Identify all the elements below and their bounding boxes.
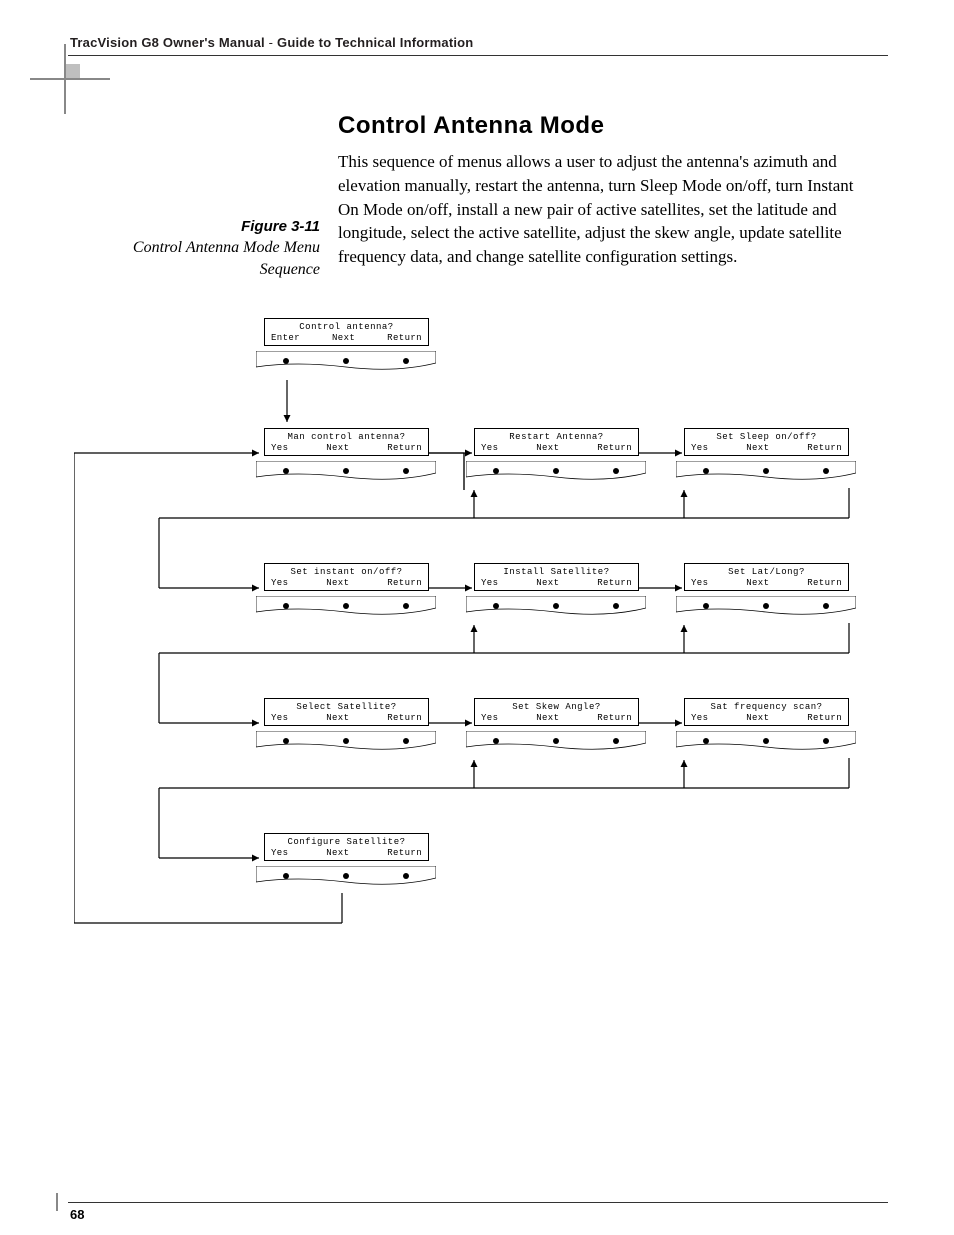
screen-sat-freq-scan: Sat frequency scan?YesNextReturn <box>684 698 849 757</box>
footer-tick <box>56 1193 58 1211</box>
screen-restart-antenna: Restart Antenna?YesNextReturn <box>474 428 639 487</box>
figure-caption: Control Antenna Mode Menu Sequence <box>130 237 320 280</box>
screen-configure-satellite: Configure Satellite?YesNextReturn <box>264 833 429 892</box>
header-product: TracVision G8 Owner's Manual <box>70 35 265 50</box>
btn-right: Return <box>387 333 422 343</box>
header-section: Guide to Technical Information <box>277 35 473 50</box>
crop-mark-v <box>64 44 66 114</box>
figure-number: Figure 3-11 <box>130 218 320 235</box>
screen-install-satellite: Install Satellite?YesNextReturn <box>474 563 639 622</box>
crop-mark-square <box>66 64 80 78</box>
menu-sequence-diagram: Control antenna? Enter Next Return Man c… <box>74 318 874 1008</box>
btn-left: Enter <box>271 333 300 343</box>
header-rule <box>68 55 888 56</box>
screen-select-satellite: Select Satellite?YesNextReturn <box>264 698 429 757</box>
lcd: Control antenna? Enter Next Return <box>264 318 429 346</box>
screen-set-sleep: Set Sleep on/off?YesNextReturn <box>684 428 849 487</box>
button-panel <box>256 351 436 377</box>
section-title: Control Antenna Mode <box>338 112 604 140</box>
btn-mid: Next <box>332 333 355 343</box>
lcd-buttons: Enter Next Return <box>265 333 428 343</box>
figure-label: Figure 3-11 Control Antenna Mode Menu Se… <box>130 218 320 280</box>
lcd-title: Control antenna? <box>265 322 428 333</box>
screen-set-latlong: Set Lat/Long?YesNextReturn <box>684 563 849 622</box>
body-paragraph: This sequence of menus allows a user to … <box>338 150 863 269</box>
crop-mark-h <box>30 78 110 80</box>
screen-set-skew: Set Skew Angle?YesNextReturn <box>474 698 639 757</box>
running-header: TracVision G8 Owner's Manual - Guide to … <box>70 35 473 50</box>
page-number: 68 <box>70 1207 84 1222</box>
screen-man-control: Man control antenna?YesNextReturn <box>264 428 429 487</box>
screen-set-instant: Set instant on/off?YesNextReturn <box>264 563 429 622</box>
footer-rule <box>68 1202 888 1203</box>
manual-page: TracVision G8 Owner's Manual - Guide to … <box>0 0 954 1235</box>
diagram-connectors <box>74 318 874 1008</box>
screen-control-antenna: Control antenna? Enter Next Return <box>264 318 429 377</box>
